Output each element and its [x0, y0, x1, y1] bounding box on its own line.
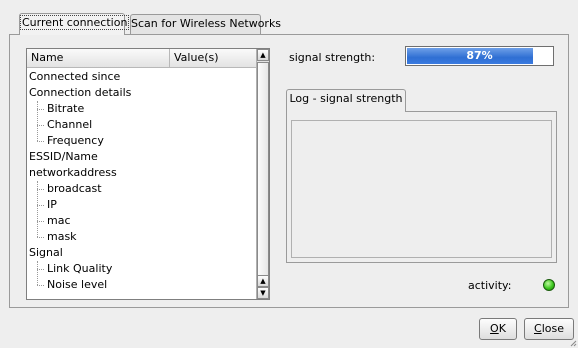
- tree-item[interactable]: ESSID/Name: [29, 149, 98, 165]
- tree-item[interactable]: Signal: [29, 245, 63, 261]
- tab-scan-wireless-networks[interactable]: Scan for Wireless Networks: [130, 14, 281, 34]
- tree-connector-line: [37, 101, 38, 141]
- tree-connector-line: [37, 181, 38, 237]
- tree-branch-line: [37, 125, 44, 126]
- tree-branch-line: [37, 189, 44, 190]
- tree-child-item[interactable]: IP: [47, 197, 57, 213]
- log-graph-area: [291, 120, 552, 258]
- column-header-name-label: Name: [31, 51, 64, 64]
- scrollbar-thumb[interactable]: [257, 62, 269, 278]
- tree-branch-line: [37, 285, 44, 286]
- signal-strength-bar: 87%: [405, 46, 554, 66]
- scroll-up-top-icon[interactable]: ▲: [257, 49, 269, 61]
- tree-child-item[interactable]: mac: [47, 213, 71, 229]
- ok-button[interactable]: OK: [479, 318, 517, 340]
- tree-child-item[interactable]: Bitrate: [47, 101, 84, 117]
- signal-strength-value: 87%: [466, 49, 493, 62]
- tree-item[interactable]: networkaddress: [29, 165, 117, 181]
- scroll-up-icon[interactable]: ▲: [257, 275, 269, 287]
- tab-current-connection[interactable]: Current connection: [19, 13, 130, 35]
- tree-child-item[interactable]: Link Quality: [47, 261, 112, 277]
- signal-strength-label: signal strength:: [289, 51, 376, 64]
- tree-branch-line: [37, 141, 44, 142]
- tree-item[interactable]: Connection details: [29, 85, 131, 101]
- tree-branch-line: [37, 269, 44, 270]
- column-header-name[interactable]: Name: [27, 49, 170, 68]
- tree-item[interactable]: Connected since: [29, 69, 120, 85]
- connection-tree[interactable]: Name Value(s) Connected since Connection …: [26, 48, 270, 300]
- tree-child-item[interactable]: mask: [47, 229, 77, 245]
- resize-grip-icon[interactable]: [569, 339, 577, 347]
- activity-led-icon: [543, 279, 555, 291]
- tree-branch-line: [37, 221, 44, 222]
- column-header-values[interactable]: Value(s): [170, 49, 256, 68]
- tree-connector-line: [37, 261, 38, 285]
- tree-branch-line: [37, 237, 44, 238]
- tab-scan-label: Scan for Wireless Networks: [131, 17, 282, 30]
- tab-log-signal-strength[interactable]: Log - signal strength: [286, 89, 406, 112]
- tree-branch-line: [37, 109, 44, 110]
- close-button-label: Close: [534, 322, 564, 335]
- tab-current-connection-label: Current connection: [20, 15, 130, 30]
- ok-button-label: OK: [490, 322, 506, 335]
- tree-branch-line: [37, 205, 44, 206]
- tree-scrollbar[interactable]: ▲ ▲ ▼: [256, 49, 269, 299]
- log-group: [286, 111, 557, 263]
- tree-child-item[interactable]: Frequency: [47, 133, 104, 149]
- tree-child-item[interactable]: Noise level: [47, 277, 107, 293]
- tree-child-item[interactable]: broadcast: [47, 181, 102, 197]
- tree-child-item[interactable]: Channel: [47, 117, 92, 133]
- log-tab-label: Log - signal strength: [289, 92, 403, 105]
- column-header-values-label: Value(s): [174, 51, 219, 64]
- activity-label: activity:: [468, 279, 512, 292]
- close-button[interactable]: Close: [524, 318, 574, 340]
- scroll-down-icon[interactable]: ▼: [257, 287, 269, 299]
